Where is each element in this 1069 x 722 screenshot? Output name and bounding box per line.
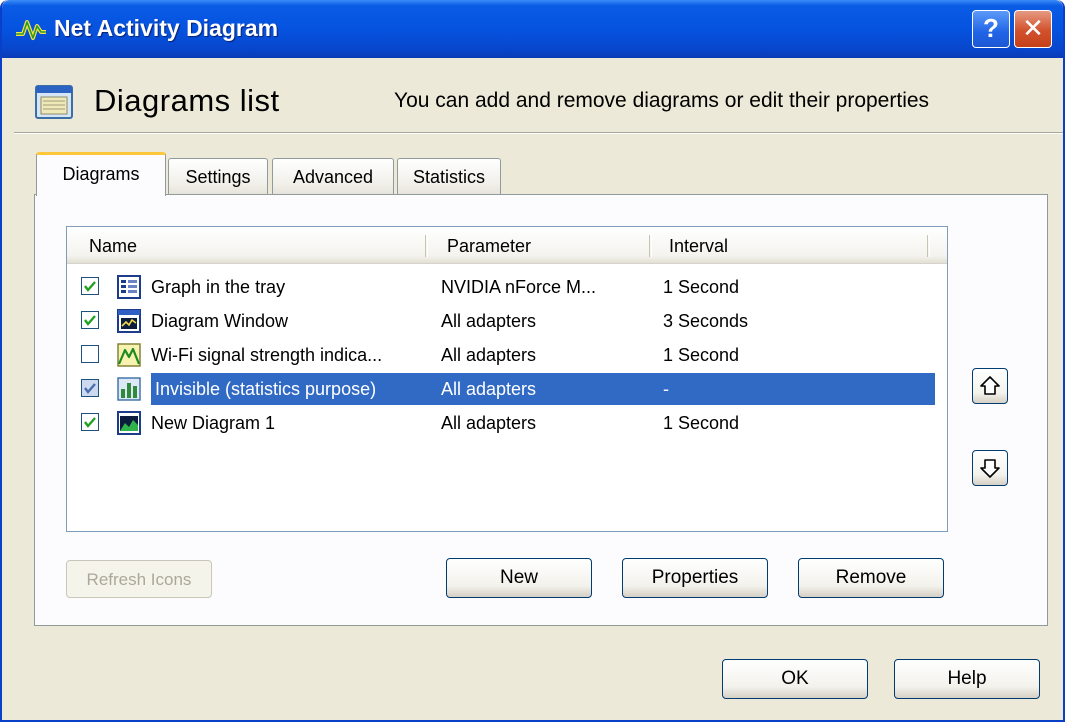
list-row[interactable]: New Diagram 1 All adapters 1 Second <box>71 407 935 439</box>
page-description: You can add and remove diagrams or edit … <box>394 89 930 112</box>
ok-button[interactable]: OK <box>722 659 868 699</box>
row-name: Graph in the tray <box>151 277 286 297</box>
column-divider[interactable] <box>649 235 652 257</box>
column-header-name[interactable]: Name <box>89 227 137 263</box>
statistics-icon <box>117 377 141 401</box>
row-parameter: All adapters <box>441 379 537 399</box>
remove-button[interactable]: Remove <box>798 558 944 598</box>
new-diagram-icon <box>117 411 141 435</box>
checkmark-icon <box>84 383 96 394</box>
move-down-button[interactable] <box>972 450 1008 486</box>
list-row[interactable]: Graph in the tray NVIDIA nForce M... 1 S… <box>71 271 935 303</box>
row-name: New Diagram 1 <box>151 413 276 433</box>
column-divider[interactable] <box>927 235 930 257</box>
diagram-window-icon <box>117 309 141 333</box>
row-interval: 3 Seconds <box>663 311 749 331</box>
window-title: Net Activity Diagram <box>54 15 279 41</box>
row-interval: 1 Second <box>663 413 740 433</box>
tab-advanced[interactable]: Advanced <box>272 158 394 194</box>
row-parameter: All adapters <box>441 345 537 365</box>
move-down-icon <box>980 459 1000 478</box>
checkmark-icon <box>84 281 96 292</box>
list-window-icon <box>35 85 73 119</box>
wifi-signal-icon <box>117 343 141 367</box>
column-divider[interactable] <box>425 235 428 257</box>
row-interval: - <box>663 379 669 399</box>
enable-checkbox[interactable] <box>81 277 99 295</box>
move-up-button[interactable] <box>972 368 1008 404</box>
properties-button[interactable]: Properties <box>622 558 768 598</box>
enable-checkbox[interactable] <box>81 379 99 397</box>
page-title: Diagrams list <box>94 83 280 118</box>
list-row[interactable]: Wi-Fi signal strength indica... All adap… <box>71 339 935 371</box>
refresh-icons-button[interactable]: Refresh Icons <box>66 560 212 598</box>
dialog-window: Net Activity Diagram ? ✕ Diagrams list Y… <box>0 0 1065 722</box>
title-bar[interactable]: Net Activity Diagram ? ✕ <box>2 0 1063 58</box>
column-header-parameter[interactable]: Parameter <box>447 227 531 263</box>
column-header-interval[interactable]: Interval <box>669 227 728 263</box>
new-button[interactable]: New <box>446 558 592 598</box>
enable-checkbox[interactable] <box>81 345 99 363</box>
row-name: Wi-Fi signal strength indica... <box>151 345 383 365</box>
tray-graph-icon <box>117 275 141 299</box>
move-up-icon <box>980 376 1000 395</box>
tab-settings[interactable]: Settings <box>168 158 268 194</box>
row-interval: 1 Second <box>663 345 740 365</box>
help-title-button[interactable]: ? <box>972 10 1010 48</box>
diagrams-list[interactable]: Name Parameter Interval Graph in the tra… <box>66 226 948 532</box>
list-row-selected[interactable]: Invisible (statistics purpose) All adapt… <box>71 373 935 405</box>
row-interval: 1 Second <box>663 277 740 297</box>
tab-statistics[interactable]: Statistics <box>397 158 501 194</box>
row-parameter: NVIDIA nForce M... <box>441 277 597 297</box>
list-row[interactable]: Diagram Window All adapters 3 Seconds <box>71 305 935 337</box>
enable-checkbox[interactable] <box>81 413 99 431</box>
checkmark-icon <box>84 417 96 428</box>
help-button[interactable]: Help <box>894 659 1040 699</box>
row-name: Diagram Window <box>151 311 289 331</box>
row-parameter: All adapters <box>441 311 537 331</box>
row-name: Invisible (statistics purpose) <box>155 379 377 399</box>
header-divider <box>14 132 1063 134</box>
list-header: Name Parameter Interval <box>67 227 947 264</box>
activity-pulse-icon <box>16 20 46 40</box>
close-button[interactable]: ✕ <box>1014 10 1052 48</box>
tab-diagrams[interactable]: Diagrams <box>36 152 166 196</box>
enable-checkbox[interactable] <box>81 311 99 329</box>
row-parameter: All adapters <box>441 413 537 433</box>
checkmark-icon <box>84 315 96 326</box>
